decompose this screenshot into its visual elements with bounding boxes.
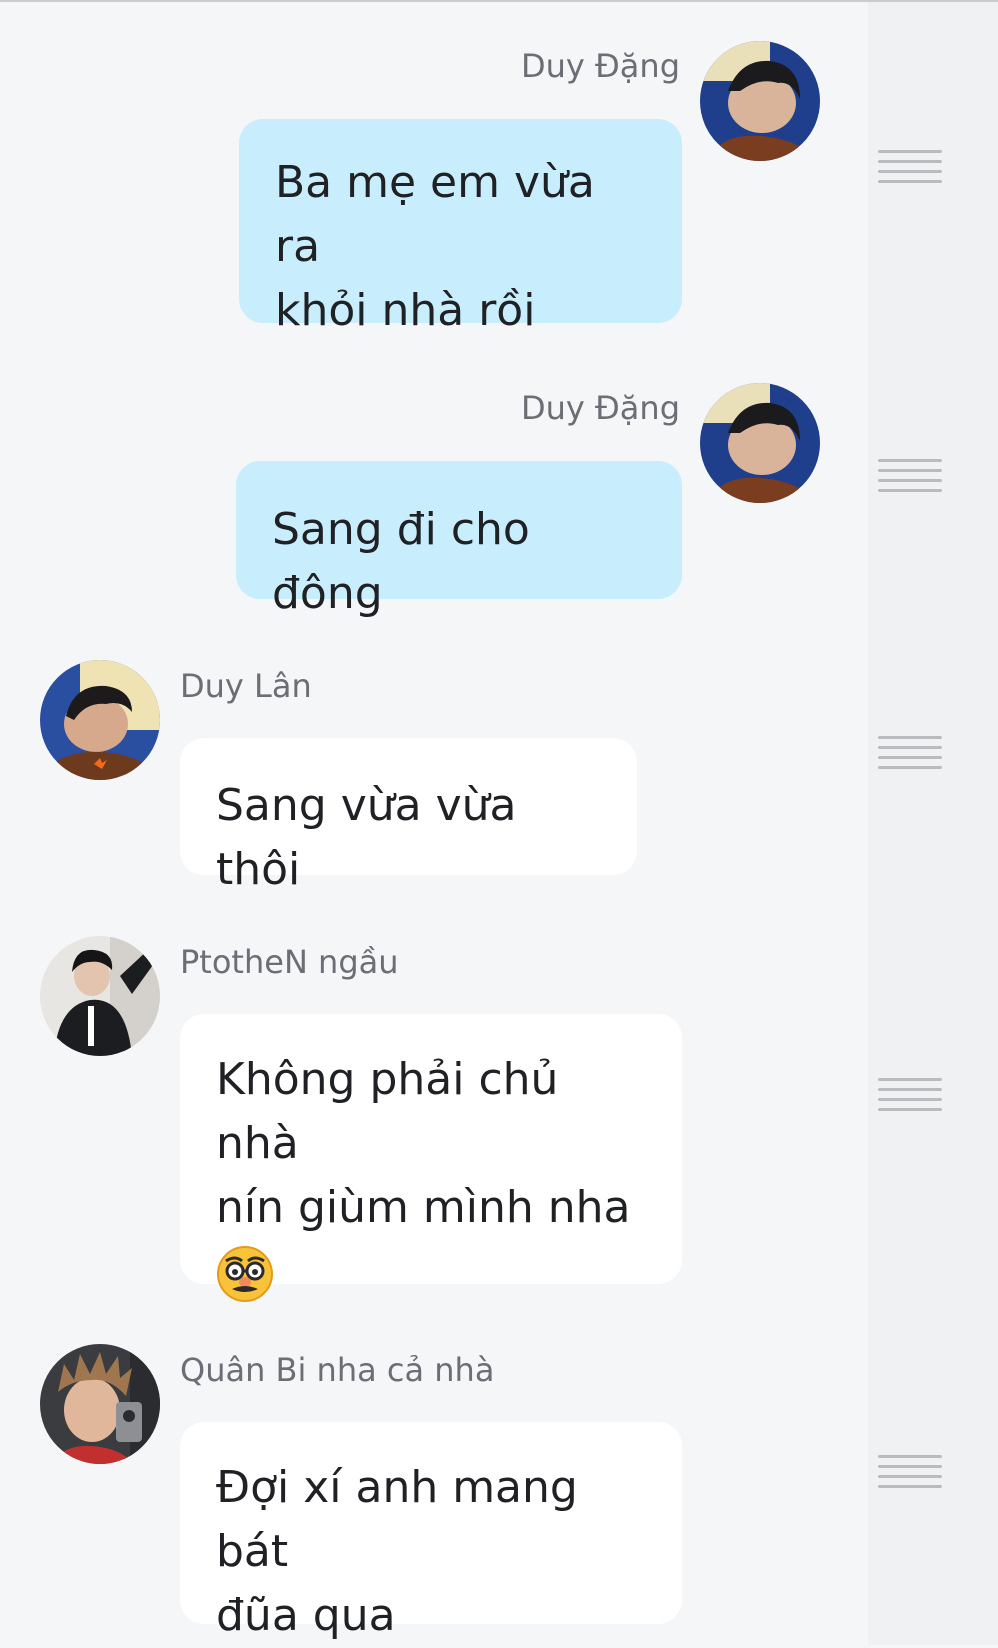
- drag-handle-icon[interactable]: [878, 736, 942, 770]
- drag-handle-icon[interactable]: [878, 150, 942, 184]
- drag-handle-icon[interactable]: [878, 1455, 942, 1489]
- drag-handle-icon[interactable]: [878, 1078, 942, 1112]
- message-text-line: đũa qua: [216, 1590, 396, 1641]
- message-bubble[interactable]: Đợi xí anh mang bát đũa qua: [180, 1422, 682, 1641]
- avatar-quan-bi[interactable]: [40, 1344, 160, 1464]
- reorder-column: [868, 2, 998, 1645]
- message-row: Quân Bi nha cả nhà Đợi xí anh mang bát đ…: [0, 0, 942, 1645]
- drag-handle-icon[interactable]: [878, 459, 942, 493]
- sender-name: Quân Bi nha cả nhà: [180, 1351, 495, 1389]
- message-text-line: Đợi xí anh mang bát: [216, 1462, 578, 1577]
